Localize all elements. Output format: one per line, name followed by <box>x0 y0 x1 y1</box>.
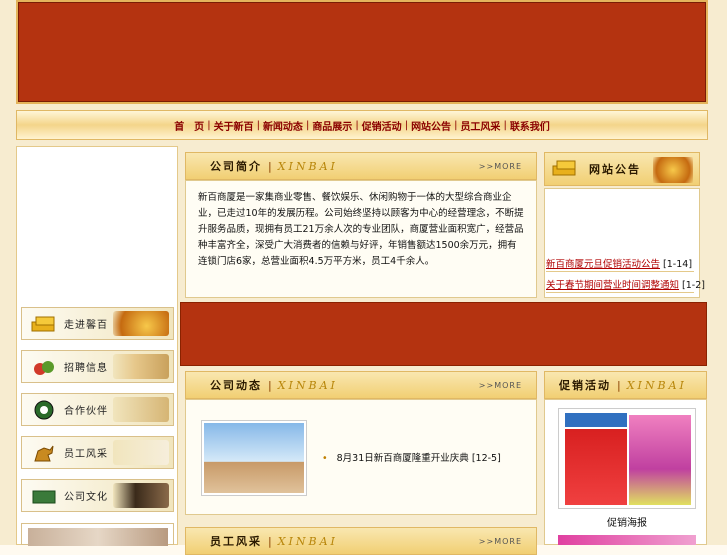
news-link[interactable]: 8月31日新百商厦隆重开业庆典 <box>337 453 469 464</box>
title-separator: | <box>268 378 272 392</box>
vegetables-icon <box>28 354 60 379</box>
staff-brand: XINBAI <box>277 534 338 548</box>
notice-header: 网站公告 <box>544 152 700 186</box>
soccer-ball-icon <box>28 397 60 422</box>
bullet: • <box>322 453 328 464</box>
office-image <box>113 440 169 465</box>
team-image <box>113 483 169 508</box>
divider <box>546 271 694 272</box>
promo-title: 促销活动 <box>559 379 611 392</box>
sidebar-item-partners[interactable]: 合作伙伴 <box>21 393 174 426</box>
garden-icon <box>28 483 60 508</box>
news-date: [12-5] <box>471 453 501 464</box>
title-separator: | <box>268 534 272 548</box>
sidebar-item-label: 走进馨百 <box>64 320 108 331</box>
nav-item-news[interactable]: 新闻动态 <box>260 118 306 133</box>
intro-header: 公司简介 | XINBAI >>MORE <box>185 152 537 180</box>
news-building-image[interactable] <box>202 421 306 495</box>
intro-title: 公司简介 <box>210 160 262 173</box>
staff-title: 员工风采 <box>210 535 262 548</box>
promo-brand: XINBAI <box>626 378 687 392</box>
intro-more-link[interactable]: >>MORE <box>479 162 522 171</box>
nav-item-home[interactable]: 首 页 <box>171 118 207 133</box>
nav-item-promotions[interactable]: 促销活动 <box>359 118 405 133</box>
intro-text: 新百商厦是一家集商业零售、餐饮娱乐、休闲购物于一体的大型综合商业企业，已走过10… <box>198 192 524 267</box>
sidebar-item-jobs[interactable]: 招聘信息 <box>21 350 174 383</box>
notice-link[interactable]: 关于春节期间营业时间调整通知 <box>546 280 679 291</box>
sidebar-item-label: 公司文化 <box>64 492 108 503</box>
nav-item-notices[interactable]: 网站公告 <box>408 118 454 133</box>
news-brand: XINBAI <box>277 378 338 392</box>
storefront-image <box>28 528 168 546</box>
sidebar-item-label: 合作伙伴 <box>64 406 108 417</box>
notice-date: [1-14] <box>663 259 693 270</box>
nav-item-contact[interactable]: 联系我们 <box>507 118 553 133</box>
notice-date: [1-2] <box>682 280 705 291</box>
left-sidebar: 走进馨百 招聘信息 合作伙伴 员工风采 公司文化 <box>16 146 178 546</box>
nav-item-products[interactable]: 商品展示 <box>309 118 355 133</box>
title-separator: | <box>268 159 272 173</box>
staff-header: 员工风采 | XINBAI >>MORE <box>185 527 537 555</box>
news-header: 公司动态 | XINBAI >>MORE <box>185 371 537 399</box>
news-item[interactable]: • 8月31日新百商厦隆重开业庆典 [12-5] <box>322 450 501 464</box>
shopping-image <box>113 354 169 379</box>
sidebar-bottom-box <box>21 523 174 546</box>
horse-statue-icon <box>28 440 60 465</box>
notice-item[interactable]: 关于春节期间营业时间调整通知 [1-2] <box>546 277 705 291</box>
intro-brand: XINBAI <box>277 159 338 173</box>
gold-bars-icon <box>551 159 581 180</box>
notice-title: 网站公告 <box>589 163 641 176</box>
fire-image <box>113 311 169 336</box>
promo-caption[interactable]: 促销海报 <box>558 514 696 529</box>
sidebar-item-label: 员工风采 <box>64 449 108 460</box>
sidebar-item-label: 招聘信息 <box>64 363 108 374</box>
news-title: 公司动态 <box>210 379 262 392</box>
divider <box>546 292 694 293</box>
nav-item-staff[interactable]: 员工风采 <box>457 118 503 133</box>
promo-poster-image[interactable] <box>558 408 696 509</box>
staff-more-link[interactable]: >>MORE <box>479 537 522 546</box>
sidebar-item-staff[interactable]: 员工风采 <box>21 436 174 469</box>
nav-item-about[interactable]: 关于新百 <box>211 118 257 133</box>
fire-image <box>653 157 693 183</box>
gold-bars-icon <box>28 311 60 336</box>
notice-item[interactable]: 新百商厦元旦促销活动公告 [1-14] <box>546 256 692 270</box>
handshake-image <box>113 397 169 422</box>
promo-header: 促销活动 | XINBAI <box>544 371 707 399</box>
main-nav: 首 页 | 关于新百 | 新闻动态 | 商品展示 | 促销活动 | 网站公告 | 员工风采 |… <box>16 110 708 140</box>
title-separator: | <box>617 378 621 392</box>
middle-banner <box>180 302 707 366</box>
header-banner <box>16 0 708 104</box>
promo-poster-image-2[interactable] <box>558 535 696 545</box>
notice-link[interactable]: 新百商厦元旦促销活动公告 <box>546 259 660 270</box>
sidebar-item-about[interactable]: 走进馨百 <box>21 307 174 340</box>
sidebar-item-culture[interactable]: 公司文化 <box>21 479 174 512</box>
news-more-link[interactable]: >>MORE <box>479 381 522 390</box>
